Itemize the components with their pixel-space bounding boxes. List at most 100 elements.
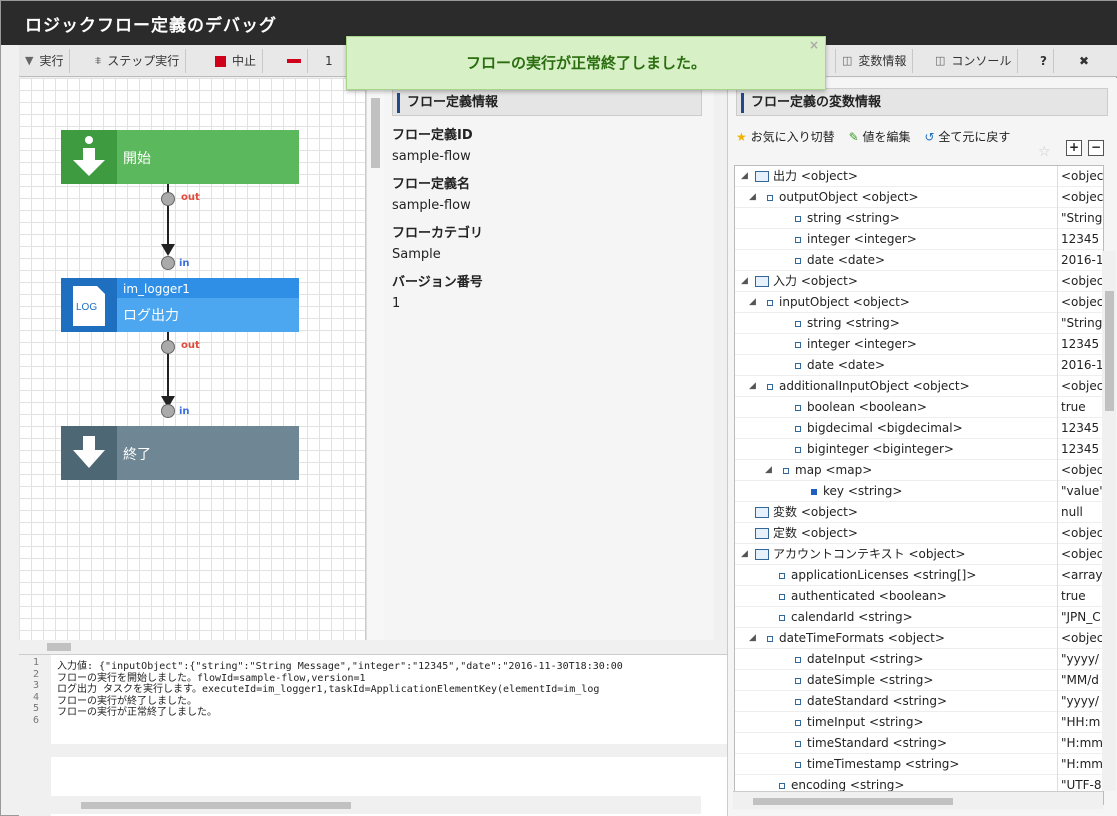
- tree-row-value: 12345: [1057, 334, 1103, 355]
- tree-row[interactable]: dateSimple <string> "MM/d: [735, 670, 1103, 691]
- tree-row[interactable]: timeTimestamp <string> "H:mm: [735, 754, 1103, 775]
- in-port[interactable]: [161, 404, 175, 418]
- start-node[interactable]: 開始: [61, 130, 299, 184]
- tree-row-label: biginteger <biginteger>: [807, 442, 954, 456]
- tree-row-label: dateStandard <string>: [807, 694, 948, 708]
- tree-row[interactable]: dateInput <string> "yyyy/: [735, 649, 1103, 670]
- down-arrow-icon: [61, 130, 117, 184]
- field-icon: [779, 572, 785, 579]
- field-icon: [795, 215, 801, 222]
- variables-horizontal-scrollbar[interactable]: [733, 791, 1103, 809]
- tree-row[interactable]: authenticated <boolean> true: [735, 586, 1103, 607]
- tree-row[interactable]: ◢ アカウントコンテキスト <object> <objec: [735, 544, 1103, 565]
- tree-row[interactable]: ◢ outputObject <object> <objec: [735, 187, 1103, 208]
- variables-vertical-scrollbar[interactable]: [1102, 251, 1116, 791]
- favorite-toggle-button[interactable]: ★ お気に入り切替: [736, 128, 835, 145]
- tree-row[interactable]: ◢ 入力 <object> <objec: [735, 271, 1103, 292]
- tree-row[interactable]: 定数 <object> <objec: [735, 523, 1103, 544]
- collapse-all-icon[interactable]: −: [1088, 140, 1104, 156]
- tree-row[interactable]: ◢ 出力 <object> <objec: [735, 166, 1103, 187]
- tree-row[interactable]: ◢ map <map> <objec: [735, 460, 1103, 481]
- toast-close-icon[interactable]: ×: [809, 19, 819, 71]
- tree-row[interactable]: dateStandard <string> "yyyy/: [735, 691, 1103, 712]
- expand-toggle-icon[interactable]: ◢: [749, 292, 756, 313]
- toast-message: フローの実行が正常終了しました。: [465, 54, 706, 72]
- expand-toggle-icon[interactable]: ◢: [749, 628, 756, 649]
- console-horizontal-scrollbar[interactable]: [51, 796, 701, 814]
- tree-row[interactable]: string <string> "String: [735, 208, 1103, 229]
- in-port[interactable]: [161, 256, 175, 270]
- tree-row[interactable]: integer <integer> 12345: [735, 334, 1103, 355]
- field-icon: [767, 635, 773, 642]
- remove-button[interactable]: [281, 49, 308, 73]
- step-run-button[interactable]: ⩨ ステップ実行: [89, 49, 187, 73]
- tree-row[interactable]: biginteger <biginteger> 12345: [735, 439, 1103, 460]
- field-icon: [795, 740, 801, 747]
- edit-value-button[interactable]: ✎ 値を編集: [849, 128, 911, 145]
- tree-row[interactable]: boolean <boolean> true: [735, 397, 1103, 418]
- expand-toggle-icon[interactable]: ◢: [765, 460, 772, 481]
- tree-row[interactable]: ◢ inputObject <object> <objec: [735, 292, 1103, 313]
- toolbar-overflow[interactable]: 1: [319, 49, 339, 73]
- tree-row[interactable]: date <date> 2016-1: [735, 355, 1103, 376]
- field-icon: [795, 236, 801, 243]
- tree-row[interactable]: timeInput <string> "HH:m: [735, 712, 1103, 733]
- tree-row-label: encoding <string>: [791, 778, 905, 792]
- variables-toolbar: ★ お気に入り切替 ✎ 値を編集 ↺ 全て元に戻す: [736, 128, 1010, 145]
- console-button[interactable]: ◫ コンソール: [929, 49, 1019, 73]
- out-port[interactable]: [161, 340, 175, 354]
- tree-row-value: "yyyy/: [1057, 649, 1103, 670]
- tree-row-label: 入力 <object>: [773, 274, 858, 288]
- expand-toggle-icon[interactable]: ◢: [749, 187, 756, 208]
- tree-row-label: authenticated <boolean>: [791, 589, 947, 603]
- field-icon: [767, 383, 773, 390]
- run-button[interactable]: ▼ 実行: [19, 49, 71, 73]
- star-outline-icon[interactable]: ☆: [1038, 144, 1051, 160]
- minus-icon: [287, 59, 301, 63]
- tree-row-value: <objec: [1057, 166, 1103, 187]
- tree-row-label: アカウントコンテキスト <object>: [773, 547, 966, 561]
- stop-button[interactable]: 中止: [209, 49, 264, 73]
- expand-toggle-icon[interactable]: ◢: [749, 376, 756, 397]
- canvas-horizontal-scrollbar[interactable]: [19, 640, 366, 654]
- help-button[interactable]: ?: [1034, 49, 1054, 73]
- tree-row[interactable]: ◢ additionalInputObject <object> <objec: [735, 376, 1103, 397]
- expand-toggle-icon[interactable]: ◢: [741, 544, 748, 565]
- tree-row-label: timeInput <string>: [807, 715, 924, 729]
- console-line: フローの実行が正常終了しました。: [57, 707, 217, 718]
- expand-toggle-icon[interactable]: ◢: [741, 166, 748, 187]
- line-number: 3: [32, 680, 39, 691]
- tree-row-value: "HH:m: [1057, 712, 1103, 733]
- end-node[interactable]: 終了: [61, 426, 299, 480]
- flow-canvas[interactable]: 開始 out in LOG im_logger1 ログ出力 out in 終了: [19, 78, 366, 640]
- window-title: ロジックフロー定義のデバッグ: [25, 16, 277, 36]
- close-icon: ✖: [1079, 54, 1090, 68]
- tree-row[interactable]: string <string> "String: [735, 313, 1103, 334]
- tree-row[interactable]: integer <integer> 12345: [735, 229, 1103, 250]
- canvas-vertical-scrollbar[interactable]: [366, 78, 384, 640]
- log-task-node[interactable]: LOG im_logger1 ログ出力: [61, 278, 299, 332]
- field-icon: [795, 257, 801, 264]
- reset-all-button[interactable]: ↺ 全て元に戻す: [925, 128, 1011, 145]
- tree-row[interactable]: date <date> 2016-1: [735, 250, 1103, 271]
- tree-row[interactable]: applicationLicenses <string[]> <array: [735, 565, 1103, 586]
- field-icon: [795, 719, 801, 726]
- variables-button[interactable]: ◫ 変数情報: [835, 49, 914, 73]
- expand-all-icon[interactable]: +: [1066, 140, 1082, 156]
- field-icon: [795, 698, 801, 705]
- tree-row-label: 出力 <object>: [773, 169, 858, 183]
- expand-toggle-icon[interactable]: ◢: [741, 271, 748, 292]
- tree-row-value: 12345: [1057, 418, 1103, 439]
- tree-row[interactable]: calendarId <string> "JPN_C: [735, 607, 1103, 628]
- tree-row[interactable]: 変数 <object> null: [735, 502, 1103, 523]
- tree-row[interactable]: ◢ dateTimeFormats <object> <objec: [735, 628, 1103, 649]
- console-panel[interactable]: 1 入力値: {"inputObject":{"string":"String M…: [19, 654, 727, 816]
- field-icon: [767, 194, 773, 201]
- tree-row[interactable]: timeStandard <string> "H:mm: [735, 733, 1103, 754]
- close-button[interactable]: ✖: [1073, 49, 1095, 73]
- variables-tree[interactable]: ◢ 出力 <object> <objec ◢ outputObject <object>…: [734, 165, 1104, 805]
- tree-row[interactable]: bigdecimal <bigdecimal> 12345: [735, 418, 1103, 439]
- tree-row-value: "value": [1057, 481, 1103, 502]
- tree-row[interactable]: key <string> "value": [735, 481, 1103, 502]
- out-port[interactable]: [161, 192, 175, 206]
